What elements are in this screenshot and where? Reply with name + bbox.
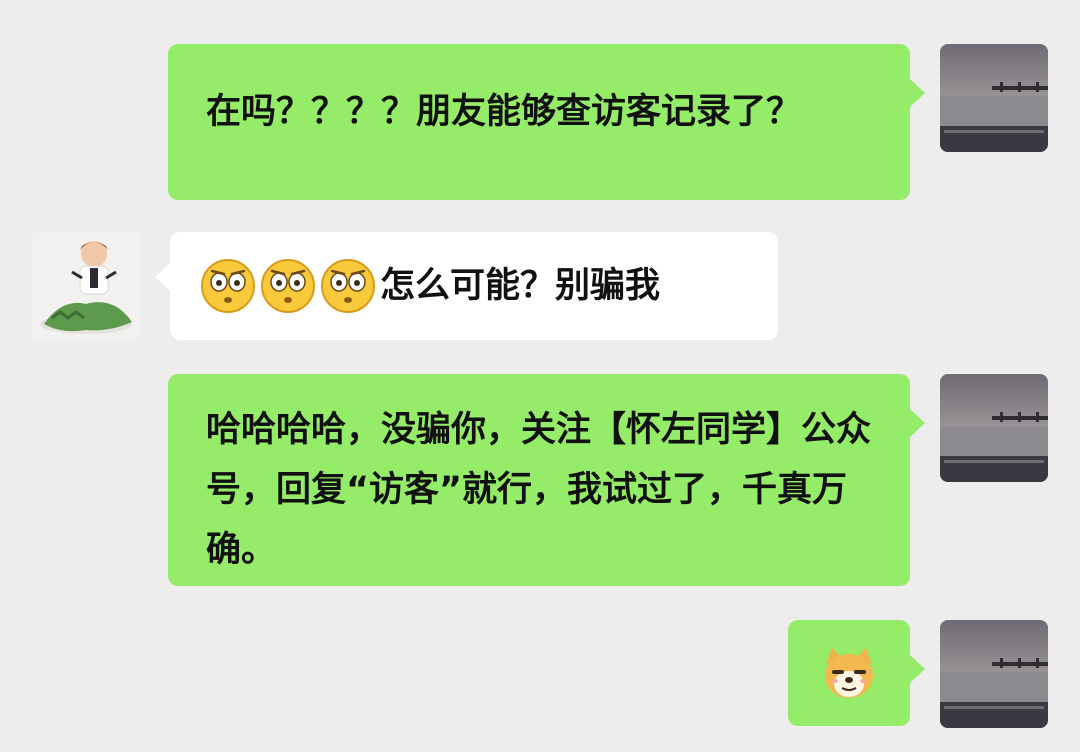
flushed-face-icon [320,258,376,314]
message-text: 在吗？？？？朋友能够查访客记录了？ [206,92,802,132]
my-avatar-image [940,44,1048,152]
message-text: 哈哈哈哈，没骗你，关注【怀左同学】公众号，回复“访客”就行，我试过了，千真万确。 [206,410,872,570]
contact-avatar-image [32,232,140,340]
flushed-face-icon [260,258,316,314]
message-text: 怎么可能？别骗我 [380,266,661,306]
sticker-message-bubble[interactable] [788,620,925,726]
my-avatar[interactable] [940,620,1048,728]
contact-message-bubble[interactable]: 怎么可能？别骗我 [155,232,778,340]
my-avatar[interactable] [940,374,1048,482]
my-message-bubble[interactable]: 哈哈哈哈，没骗你，关注【怀左同学】公众号，回复“访客”就行，我试过了，千真万确。 [168,374,925,586]
my-avatar-image [940,620,1048,728]
my-message-bubble[interactable]: 在吗？？？？朋友能够查访客记录了？ [168,44,925,200]
my-avatar[interactable] [940,44,1048,152]
doge-face-icon [820,644,878,702]
flushed-face-icon [200,258,256,314]
contact-avatar[interactable] [32,232,140,340]
my-avatar-image [940,374,1048,482]
